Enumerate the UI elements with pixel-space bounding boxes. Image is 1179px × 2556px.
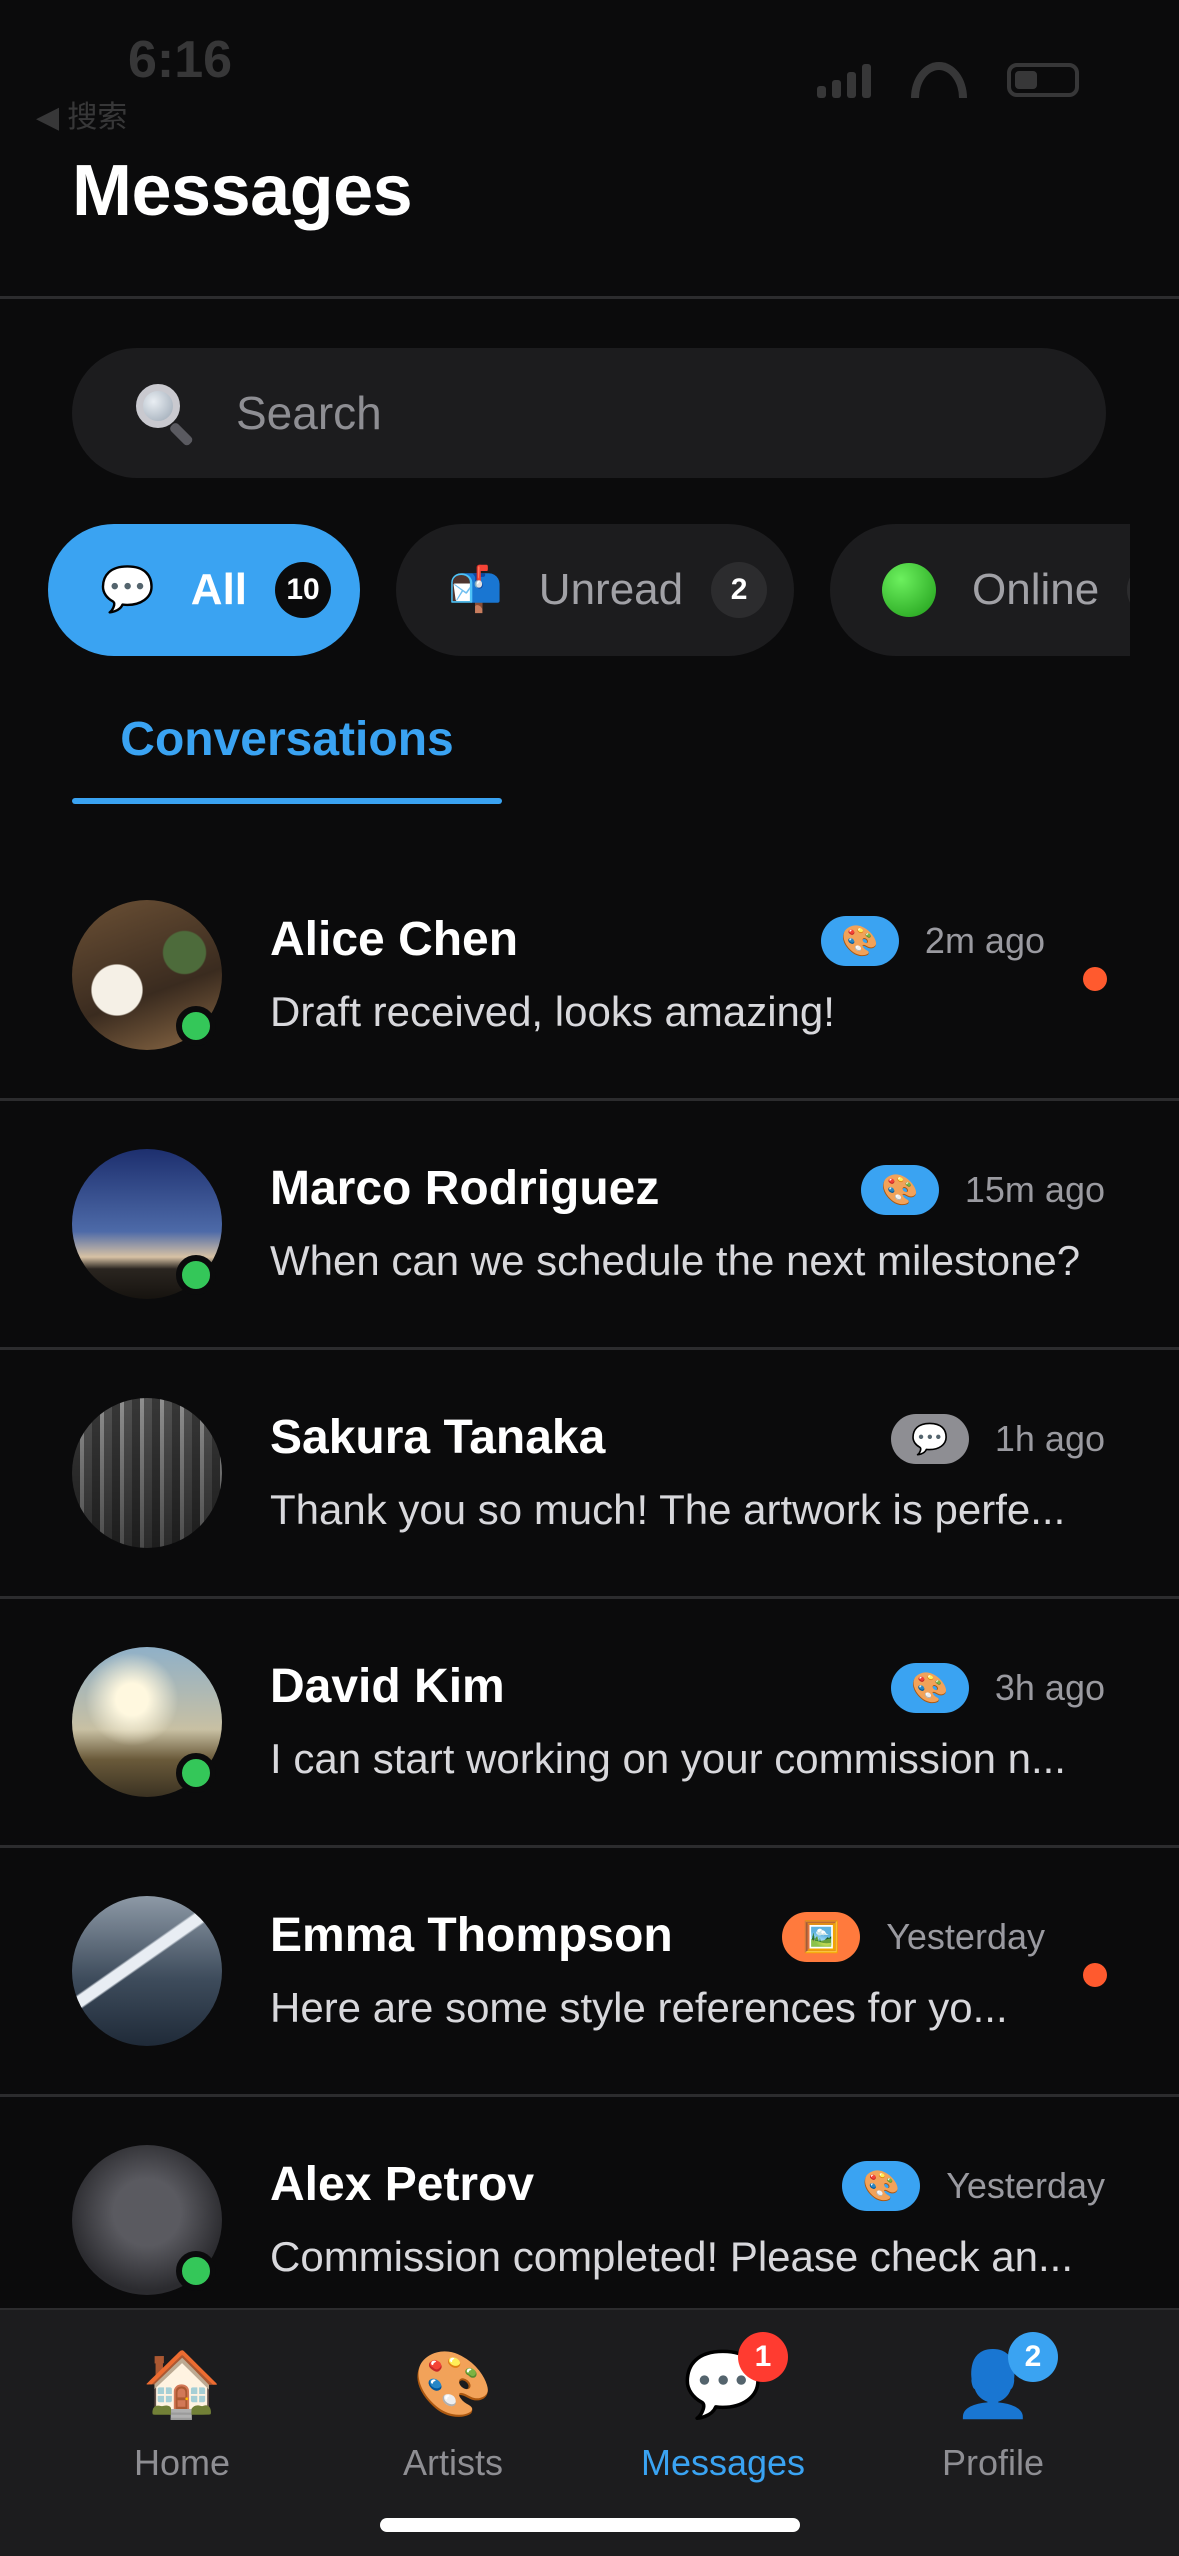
filter-chip-count: 10 [275,562,332,618]
palette-icon: 🎨 [413,2348,493,2420]
header-divider [0,296,1179,299]
message-preview: Draft received, looks amazing! [270,988,835,1035]
green-circle-icon [882,563,936,617]
avatar [72,1398,222,1548]
filter-chip-label: All [190,565,248,614]
contact-name: David Kim [270,1660,505,1713]
palette-tag-icon: 🎨 [860,1165,939,1215]
status-icons [817,62,1079,98]
avatar [72,1896,222,2046]
conversation-meta: 🎨 3h ago [890,1663,1105,1713]
tab-conversations[interactable]: Conversations [72,712,502,767]
conversation-list: Alice Chen 🎨 2m ago Draft received, look… [0,852,1179,2346]
speech-bubble-icon: 💬 1 [588,2332,858,2422]
timestamp: Yesterday [946,2165,1105,2206]
message-preview: Thank you so much! The artwork is perfe.… [270,1486,1066,1533]
status-time: 6:16 [128,31,233,89]
palette-tag-icon: 🎨 [820,916,899,966]
message-preview: I can start working on your commission n… [270,1735,1066,1782]
conversation-meta: 🎨 15m ago [860,1165,1105,1215]
tab-profile[interactable]: 👤 2 Profile [858,2332,1128,2484]
contact-name: Alice Chen [270,913,519,966]
unread-indicator [1083,1963,1107,1987]
page-title: Messages [72,151,413,231]
home-indicator[interactable] [380,2518,800,2532]
speech-bubble-tag-icon: 💬 [890,1414,969,1464]
conversation-row[interactable]: Emma Thompson 🖼️ Yesterday Here are some… [0,1848,1179,2097]
contact-name: Alex Petrov [270,2158,535,2211]
palette-tag-icon: 🎨 [842,2161,921,2211]
person-icon: 👤 2 [858,2332,1128,2422]
contact-name: Marco Rodriguez [270,1162,660,1215]
tab-label: Home [133,2442,231,2483]
filter-chip-count: 2 [711,562,768,618]
status-bar: 6:16 ◀ 搜索 [0,0,1179,140]
timestamp: 3h ago [994,1667,1105,1708]
speech-bubble-icon: 💬 [100,565,155,614]
conversation-meta: 🎨 2m ago [820,916,1045,966]
unread-indicator [1083,967,1107,991]
palette-tag-icon: 🎨 [890,1663,969,1713]
filter-chip-count [1127,562,1130,618]
profile-badge: 2 [1008,2332,1058,2382]
message-preview: Here are some style references for yo... [270,1984,1008,2031]
wifi-icon [911,62,967,98]
tab-label: Messages [640,2442,806,2483]
online-indicator [176,1255,216,1295]
conversation-meta: 🖼️ Yesterday [782,1912,1045,1962]
framed-picture-tag-icon: 🖼️ [782,1912,861,1962]
tab-label: Artists [402,2442,503,2483]
conversation-row[interactable]: Marco Rodriguez 🎨 15m ago When can we sc… [0,1101,1179,1350]
filter-chip-all[interactable]: 💬 All 10 [48,524,360,656]
filter-chip-online[interactable]: Online [830,524,1130,656]
conversation-meta: 🎨 Yesterday [842,2161,1105,2211]
tab-messages[interactable]: 💬 1 Messages [588,2332,858,2484]
messages-screen: 6:16 ◀ 搜索 Messages 💬 All 10 📬 Unread 2 [0,0,1179,2556]
conversation-row[interactable]: David Kim 🎨 3h ago I can start working o… [0,1599,1179,1848]
mailbox-icon: 📬 [448,565,503,614]
tab-artists[interactable]: 🎨 Artists [318,2346,588,2484]
filter-chip-unread[interactable]: 📬 Unread 2 [396,524,794,656]
house-icon: 🏠 [142,2348,222,2420]
online-indicator [176,2251,216,2291]
filter-chips: 💬 All 10 📬 Unread 2 Online [48,524,1130,658]
battery-icon [1007,63,1079,97]
filter-chip-label: Unread [538,565,684,614]
message-preview: Commission completed! Please check an... [270,2233,1074,2280]
contact-name: Sakura Tanaka [270,1411,606,1464]
conversation-row[interactable]: Alice Chen 🎨 2m ago Draft received, look… [0,852,1179,1101]
online-indicator [176,1006,216,1046]
conversation-meta: 💬 1h ago [890,1414,1105,1464]
search-input[interactable] [236,386,1056,440]
message-preview: When can we schedule the next milestone? [270,1237,1081,1284]
back-to-app-link[interactable]: ◀ 搜索 [36,92,127,136]
messages-badge: 1 [738,2332,788,2382]
tab-underline [72,798,502,804]
tab-label: Profile [941,2442,1045,2483]
cellular-signal-icon [817,62,871,98]
timestamp: 1h ago [994,1418,1105,1459]
search-icon [132,382,194,447]
contact-name: Emma Thompson [270,1909,673,1962]
search-bar[interactable] [72,348,1106,478]
online-indicator [176,1753,216,1793]
tab-home[interactable]: 🏠 Home [47,2346,317,2484]
timestamp: Yesterday [886,1916,1045,1957]
conversation-row[interactable]: Sakura Tanaka 💬 1h ago Thank you so much… [0,1350,1179,1599]
filter-chip-label: Online [972,565,1100,614]
timestamp: 2m ago [924,920,1045,961]
timestamp: 15m ago [964,1169,1105,1210]
